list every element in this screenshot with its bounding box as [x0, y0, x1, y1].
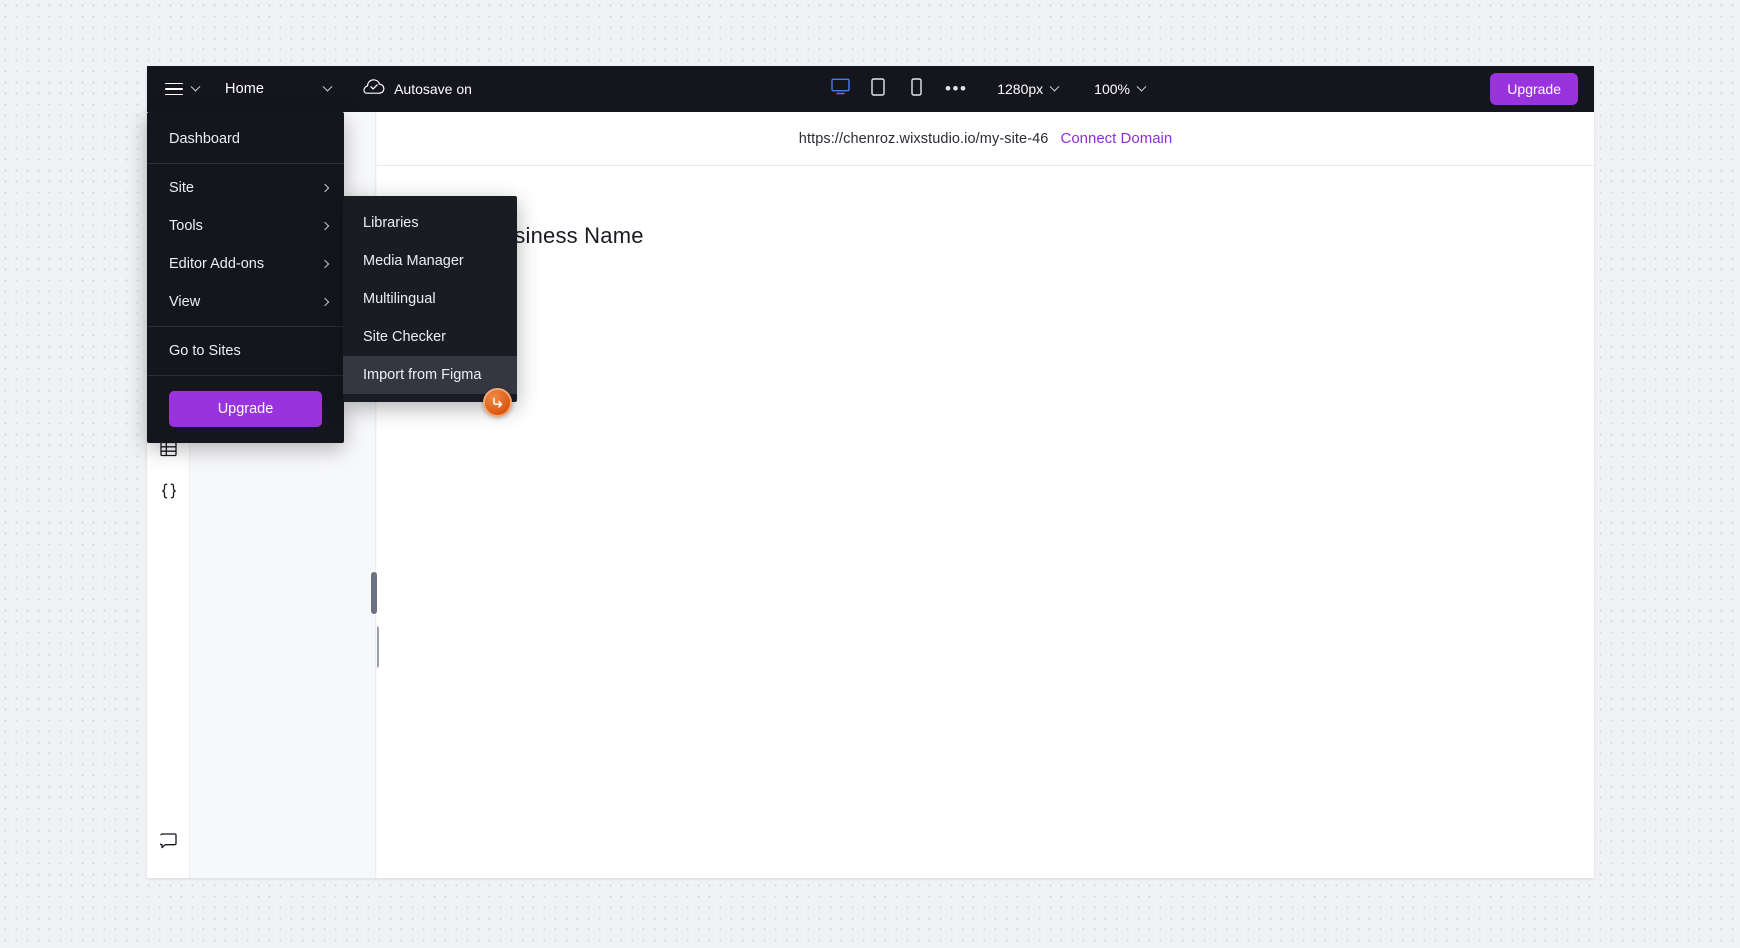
- autosave-label: Autosave on: [394, 81, 472, 97]
- menu-divider: [147, 375, 344, 376]
- menu-item-dashboard[interactable]: Dashboard: [147, 120, 344, 158]
- menu-item-editor-add-ons[interactable]: Editor Add-ons: [147, 245, 344, 283]
- main-dropdown-menu: Dashboard Site Tools Editor Add-ons View…: [147, 112, 344, 443]
- chevron-down-icon: [322, 81, 333, 92]
- rail-bottom-group: [147, 822, 190, 864]
- site-preview-frame: https://chenroz.wixstudio.io/my-site-46 …: [377, 112, 1594, 878]
- zoom-level-value: 100%: [1094, 81, 1130, 97]
- autosave-status[interactable]: Autosave on: [347, 66, 488, 112]
- cursor-arrow-icon: [493, 397, 503, 408]
- hamburger-icon: [165, 82, 183, 96]
- canvas-stage: https://chenroz.wixstudio.io/my-site-46 …: [377, 112, 1594, 878]
- submenu-item-site-checker[interactable]: Site Checker: [343, 318, 517, 356]
- rail-item-dev-mode[interactable]: [147, 472, 190, 514]
- submenu-item-label: Import from Figma: [363, 367, 482, 383]
- chevron-down-icon: [1136, 81, 1147, 92]
- mobile-icon: [911, 77, 922, 101]
- menu-divider: [147, 326, 344, 327]
- menu-divider: [147, 163, 344, 164]
- menu-upgrade-container: Upgrade: [147, 381, 344, 443]
- chevron-right-icon: [320, 297, 330, 307]
- toolbar-center-group: ••• 1280px 100%: [488, 72, 1490, 106]
- code-braces-icon: [160, 483, 178, 504]
- desktop-icon: [831, 78, 850, 100]
- menu-item-label: Editor Add-ons: [169, 256, 265, 272]
- menu-item-label: Site: [169, 180, 194, 196]
- comment-icon: [159, 832, 177, 854]
- canvas-width-selector[interactable]: 1280px: [987, 72, 1068, 106]
- site-url-text: https://chenroz.wixstudio.io/my-site-46: [798, 130, 1049, 147]
- chevron-right-icon: [320, 221, 330, 231]
- tablet-viewport-button[interactable]: [861, 72, 895, 106]
- canvas-scrollbar-thumb[interactable]: [377, 626, 379, 668]
- toolbar-right-group: Upgrade: [1490, 73, 1594, 105]
- chevron-down-icon: [190, 81, 201, 92]
- upgrade-button[interactable]: Upgrade: [1490, 73, 1578, 105]
- menu-item-site[interactable]: Site: [147, 169, 344, 207]
- tools-submenu: Libraries Media Manager Multilingual Sit…: [343, 196, 517, 402]
- zoom-level-selector[interactable]: 100%: [1084, 72, 1155, 106]
- menu-upgrade-button[interactable]: Upgrade: [169, 391, 322, 427]
- page-selector[interactable]: Home: [213, 66, 347, 112]
- menu-item-label: Dashboard: [169, 131, 240, 147]
- chevron-down-icon: [1049, 81, 1060, 92]
- menu-item-go-to-sites[interactable]: Go to Sites: [147, 332, 344, 370]
- submenu-item-label: Media Manager: [363, 253, 464, 269]
- menu-item-label: View: [169, 294, 201, 310]
- menu-item-tools[interactable]: Tools: [147, 207, 344, 245]
- submenu-item-multilingual[interactable]: Multilingual: [343, 280, 517, 318]
- toolbar-left-group: Home Autosave on: [147, 66, 488, 112]
- main-menu-button[interactable]: [147, 66, 213, 112]
- submenu-item-label: Libraries: [363, 215, 419, 231]
- rail-item-comments[interactable]: [147, 822, 190, 864]
- menu-item-label: Go to Sites: [169, 343, 241, 359]
- menu-item-label: Tools: [169, 218, 203, 234]
- submenu-item-label: Site Checker: [363, 329, 447, 345]
- tablet-icon: [871, 77, 885, 101]
- canvas-width-value: 1280px: [997, 81, 1044, 97]
- submenu-item-label: Multilingual: [363, 291, 436, 307]
- cloud-check-icon: [363, 78, 385, 100]
- more-viewports-button[interactable]: •••: [941, 74, 971, 104]
- mouse-cursor-indicator: [483, 388, 512, 417]
- chevron-right-icon: [320, 183, 330, 193]
- site-content-area: y) Business Name: [377, 166, 1594, 878]
- chevron-right-icon: [320, 259, 330, 269]
- page-selector-label: Home: [225, 81, 265, 97]
- editor-window: Home Autosave on ••• 1280px 100% Upgrade…: [147, 66, 1594, 878]
- mobile-viewport-button[interactable]: [899, 72, 933, 106]
- top-toolbar: Home Autosave on ••• 1280px 100% Upgrade: [147, 66, 1594, 112]
- menu-item-view[interactable]: View: [147, 283, 344, 321]
- site-url-bar: https://chenroz.wixstudio.io/my-site-46 …: [377, 112, 1594, 166]
- desktop-viewport-button[interactable]: [823, 72, 857, 106]
- submenu-item-libraries[interactable]: Libraries: [343, 204, 517, 242]
- connect-domain-link[interactable]: Connect Domain: [1060, 130, 1172, 147]
- table-icon: [160, 441, 177, 462]
- submenu-item-media-manager[interactable]: Media Manager: [343, 242, 517, 280]
